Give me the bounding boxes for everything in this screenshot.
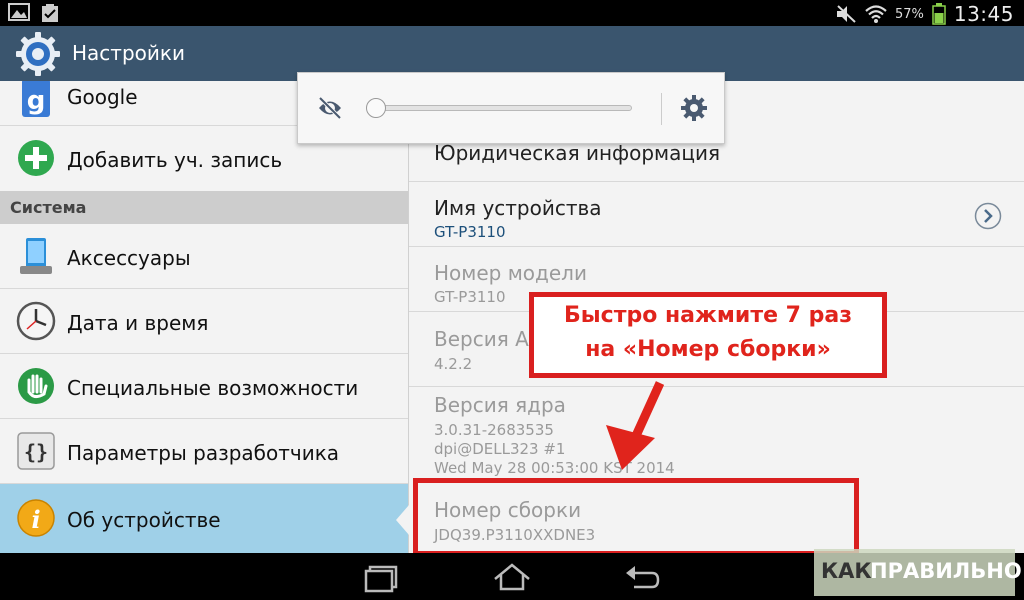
- watermark-part-2: ПРАВИЛЬНО: [870, 559, 1022, 583]
- battery-icon: [932, 3, 946, 25]
- gear-icon[interactable]: [679, 93, 709, 123]
- row-title: Номер модели: [434, 261, 587, 285]
- row-title: Имя устройства: [434, 196, 602, 220]
- clipboard-check-icon: [42, 4, 58, 22]
- sidebar-item-accessibility[interactable]: Специальные возможности: [0, 354, 408, 419]
- sidebar-item-label: Аксессуары: [67, 246, 191, 270]
- page-title: Настройки: [72, 41, 185, 65]
- mute-icon: [836, 5, 856, 23]
- row-subtitle: 4.2.2: [434, 355, 473, 373]
- chevron-right-icon[interactable]: [974, 202, 1002, 230]
- device-name-row[interactable]: Имя устройства GT-P3110: [409, 182, 1024, 247]
- developer-braces-icon: {}: [17, 432, 55, 470]
- sidebar-item-label: Дата и время: [67, 311, 209, 335]
- sidebar-item-label: Параметры разработчика: [67, 441, 340, 465]
- sidebar-item-date-time[interactable]: Дата и время: [0, 289, 408, 354]
- recent-apps-icon[interactable]: [362, 561, 402, 593]
- sidebar-item-label: Специальные возможности: [67, 376, 359, 400]
- row-subtitle-line: dpi@DELL323 #1: [434, 440, 566, 458]
- auto-brightness-icon[interactable]: [315, 93, 345, 123]
- brightness-popup: [297, 72, 725, 144]
- sidebar-item-accessories[interactable]: Аксессуары: [0, 224, 408, 289]
- brightness-slider-track[interactable]: [372, 105, 632, 111]
- row-subtitle-line: 3.0.31-2683535: [434, 421, 554, 439]
- home-icon[interactable]: [492, 561, 532, 593]
- accessibility-hand-icon: [18, 368, 54, 404]
- sidebar-item-about-device[interactable]: i Об устройстве: [0, 484, 408, 553]
- svg-text:{}: {}: [24, 440, 48, 464]
- status-clock: 13:45: [953, 2, 1014, 26]
- wifi-icon: [865, 5, 887, 23]
- callout-line-2: на «Номер сборки»: [585, 337, 831, 362]
- clock-icon: [16, 301, 56, 341]
- google-icon: g: [22, 81, 50, 117]
- svg-text:g: g: [27, 86, 46, 116]
- sidebar-item-label: Добавить уч. запись: [67, 148, 283, 172]
- section-header-label: Система: [10, 198, 87, 217]
- row-title: Версия ядра: [434, 393, 566, 417]
- back-icon[interactable]: [622, 561, 662, 593]
- callout-line-1: Быстро нажмите 7 раз: [564, 303, 852, 328]
- row-title: Юридическая информация: [434, 141, 721, 165]
- watermark-part-1: КАК: [821, 559, 872, 583]
- gallery-icon: [8, 3, 30, 21]
- brightness-slider-thumb[interactable]: [366, 98, 386, 118]
- status-bar: 57% 13:45: [0, 0, 1024, 26]
- row-subtitle: GT-P3110: [434, 288, 506, 306]
- add-account-icon: [18, 140, 54, 176]
- row-subtitle: GT-P3110: [434, 223, 506, 241]
- svg-text:i: i: [31, 505, 40, 534]
- sidebar-item-label: Google: [67, 85, 138, 109]
- instruction-callout: Быстро нажмите 7 раз на «Номер сборки»: [529, 292, 887, 378]
- selection-pointer: [396, 505, 409, 535]
- site-watermark-logo: КАК ПРАВИЛЬНО: [814, 549, 1022, 596]
- build-number-highlight: [413, 478, 859, 556]
- kernel-version-row: Версия ядра 3.0.31-2683535 dpi@DELL323 #…: [409, 387, 1024, 479]
- section-header-system: Система: [0, 191, 408, 224]
- row-title: Версия А: [434, 327, 529, 351]
- info-icon: i: [17, 499, 55, 537]
- sidebar-item-label: Об устройстве: [67, 508, 221, 532]
- battery-percent: 57%: [894, 6, 924, 22]
- accessory-icon: [20, 238, 52, 274]
- settings-gear-icon[interactable]: [14, 30, 62, 78]
- settings-sidebar: g Google Добавить уч. запись Система Акс…: [0, 81, 408, 553]
- divider: [661, 93, 662, 125]
- sidebar-item-developer-options[interactable]: {} Параметры разработчика: [0, 419, 408, 484]
- row-subtitle-line: Wed May 28 00:53:00 KST 2014: [434, 459, 675, 477]
